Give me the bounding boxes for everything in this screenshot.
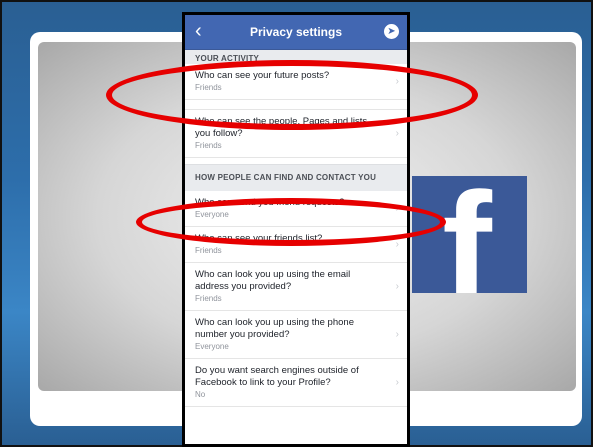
setting-question: Do you want search engines outside of Fa…: [195, 365, 359, 388]
chevron-right-icon: ›: [395, 75, 399, 87]
section-header-your-activity: YOUR ACTIVITY: [185, 50, 407, 64]
setting-row-follow-lists[interactable]: Who can see the people, Pages and lists …: [185, 110, 407, 158]
setting-question: Who can see the people, Pages and lists …: [195, 116, 368, 139]
setting-question: Who can see your future posts?: [195, 70, 330, 81]
navigation-bar: ‹ Privacy settings ➤: [185, 15, 407, 50]
setting-row-search-engines[interactable]: Do you want search engines outside of Fa…: [185, 359, 407, 407]
setting-value: Friends: [195, 83, 222, 92]
chevron-right-icon: ›: [395, 280, 399, 292]
setting-question: Who can see your friends list?: [195, 233, 323, 244]
chevron-right-icon: ›: [395, 328, 399, 340]
setting-row-hidden[interactable]: [185, 100, 407, 110]
page-title: Privacy settings: [249, 25, 343, 39]
setting-value: Friends: [195, 141, 222, 150]
chevron-right-icon: ›: [395, 376, 399, 388]
setting-question: Who can look you up using the email addr…: [195, 269, 351, 292]
setting-value: Everyone: [195, 342, 229, 351]
facebook-logo-letter: f: [442, 176, 492, 293]
chevron-left-icon[interactable]: ‹: [195, 21, 202, 41]
section-header-find-contact: HOW PEOPLE CAN FIND AND CONTACT YOU: [185, 164, 407, 191]
setting-row-friend-requests[interactable]: Who can send you friend requests? Everyo…: [185, 191, 407, 227]
setting-value: Friends: [195, 294, 222, 303]
setting-question: Who can send you friend requests?: [195, 197, 345, 208]
chevron-right-icon: ›: [395, 238, 399, 250]
setting-value: Everyone: [195, 210, 229, 219]
setting-value: Friends: [195, 246, 222, 255]
chevron-right-icon: ›: [395, 127, 399, 139]
setting-row-phone-lookup[interactable]: Who can look you up using the phone numb…: [185, 311, 407, 359]
setting-row-email-lookup[interactable]: Who can look you up using the email addr…: [185, 263, 407, 311]
setting-row-future-posts[interactable]: Who can see your future posts? Friends ›: [185, 64, 407, 100]
setting-value: No: [195, 390, 206, 399]
chevron-right-icon: ›: [395, 202, 399, 214]
setting-row-friends-list[interactable]: Who can see your friends list? Friends ›: [185, 227, 407, 263]
messenger-icon[interactable]: ➤: [384, 24, 399, 39]
facebook-logo: f: [412, 176, 527, 293]
phone-screenshot: ‹ Privacy settings ➤ YOUR ACTIVITY Who c…: [182, 12, 410, 447]
setting-question: Who can look you up using the phone numb…: [195, 317, 354, 340]
